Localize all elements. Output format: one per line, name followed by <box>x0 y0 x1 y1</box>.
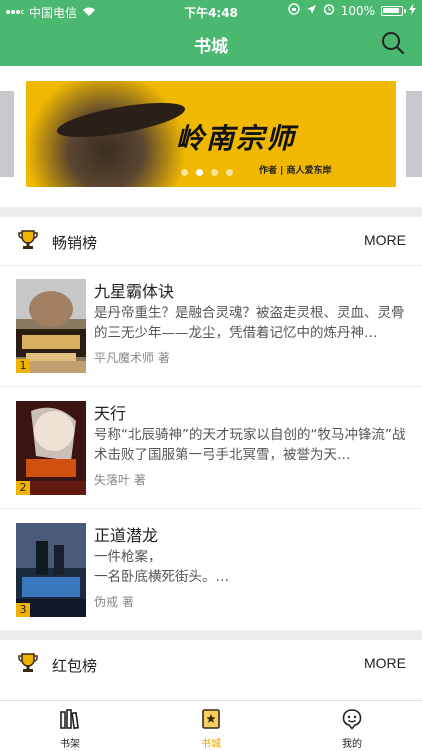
red-packet-header: 红包榜 MORE <box>0 640 422 688</box>
book-author: 失落叶 著 <box>94 473 146 487</box>
charging-icon <box>409 3 416 18</box>
book-cover[interactable]: 2 <box>16 401 86 495</box>
carousel-dot[interactable] <box>181 169 188 176</box>
bookstore-icon <box>202 709 220 729</box>
prev-banner-peek[interactable] <box>0 91 14 177</box>
rotation-lock-icon <box>287 3 300 18</box>
book-title[interactable]: 正道潜龙 <box>94 522 158 546</box>
carousel-dots <box>181 169 233 176</box>
banner-carousel[interactable]: 岭南宗师 作者 | 商人爱东岸 <box>0 66 422 207</box>
divider <box>0 386 422 387</box>
app-header: 中国电信 下午4:48 100% 书城 <box>0 0 422 66</box>
carousel-dot[interactable] <box>226 169 233 176</box>
book-author: 伪戒 著 <box>94 595 134 609</box>
rank-badge: 2 <box>16 481 30 495</box>
list-item[interactable]: 2 天行 号称“北辰骑神”的天才玩家以自创的“牧马冲锋流”战术击败了国服第一弓手… <box>0 388 422 506</box>
battery-percent: 100% <box>340 3 375 18</box>
bestseller-header: 畅销榜 MORE <box>0 217 422 265</box>
trophy-icon <box>18 230 38 249</box>
tab-label: 书城 <box>201 739 221 750</box>
book-description: 是丹帝重生？是融合灵魂？被盗走灵根、灵血、灵骨的三无少年——龙尘，凭借着记忆中的… <box>94 305 405 341</box>
banner-slide[interactable]: 岭南宗师 作者 | 商人爱东岸 <box>26 81 396 187</box>
section-title: 畅销榜 <box>52 234 98 252</box>
carousel-dot[interactable] <box>211 169 218 176</box>
tab-profile[interactable]: 我的 <box>282 701 422 751</box>
next-banner-peek[interactable] <box>406 91 422 177</box>
tab-bar: 书架 书城 我的 <box>0 700 422 750</box>
more-button[interactable]: MORE <box>364 232 406 248</box>
page-title: 书城 <box>194 37 228 57</box>
rank-badge: 3 <box>16 603 30 617</box>
alarm-icon <box>323 3 335 18</box>
bookshelf-icon <box>60 709 79 730</box>
status-bar: 中国电信 下午4:48 100% <box>0 0 422 22</box>
book-description: 号称“北辰骑神”的天才玩家以自创的“牧马冲锋流”战术击败了国服第一弓手北冥雪，被… <box>94 427 406 463</box>
banner-subtitle: 作者 | 商人爱东岸 <box>259 166 332 176</box>
tab-label: 我的 <box>342 739 362 750</box>
rank-badge: 1 <box>16 359 30 373</box>
section-divider <box>0 630 422 640</box>
location-icon <box>306 4 317 18</box>
book-cover[interactable]: 1 <box>16 279 86 373</box>
book-author: 平凡魔术师 著 <box>94 351 170 365</box>
banner-title: 岭南宗师 <box>176 122 297 155</box>
list-item[interactable]: 3 正道潜龙 一件枪案， 一名卧底横死街头。… 伪戒 著 <box>0 510 422 628</box>
book-cover[interactable]: 3 <box>16 523 86 617</box>
section-title: 红包榜 <box>52 657 98 675</box>
book-description: 一件枪案， 一名卧底横死街头。… <box>94 549 229 585</box>
search-icon <box>382 32 405 55</box>
carousel-dot-active[interactable] <box>196 169 203 176</box>
tab-label: 书架 <box>60 739 80 750</box>
list-item[interactable]: 1 九星霸体诀 是丹帝重生？是融合灵魂？被盗走灵根、灵血、灵骨的三无少年——龙尘… <box>0 266 422 384</box>
trophy-icon <box>18 653 38 672</box>
tab-bookstore[interactable]: 书城 <box>141 701 281 751</box>
battery-icon <box>381 5 406 16</box>
tab-bookshelf[interactable]: 书架 <box>0 701 140 751</box>
more-button[interactable]: MORE <box>364 655 406 671</box>
book-title[interactable]: 天行 <box>94 400 126 424</box>
search-button[interactable] <box>380 30 406 56</box>
profile-icon <box>342 709 362 730</box>
section-divider <box>0 207 422 217</box>
book-title[interactable]: 九星霸体诀 <box>94 278 174 302</box>
divider <box>0 508 422 509</box>
